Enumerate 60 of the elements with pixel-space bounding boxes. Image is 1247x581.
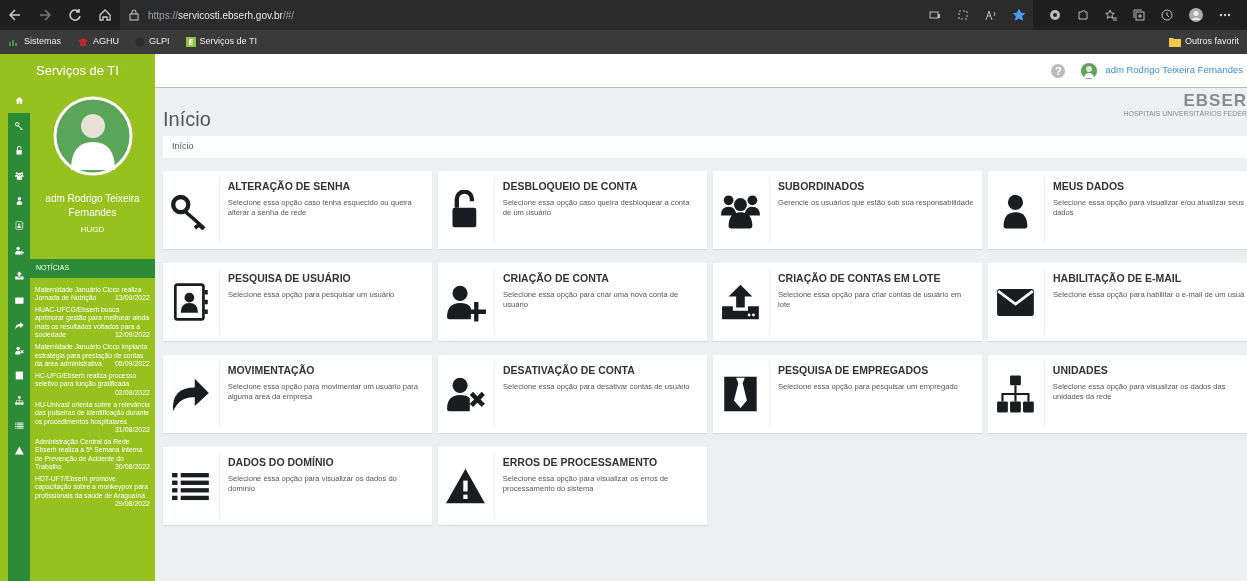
- sitemap-icon: [996, 373, 1036, 414]
- user-icon[interactable]: [14, 196, 24, 205]
- chart-logo-icon: [8, 37, 20, 47]
- profile-name: adm Rodrigo Teixeira Fernandes: [44, 192, 141, 220]
- card-title: HABILITAÇÃO DE E-MAIL: [1053, 270, 1183, 286]
- card-title: MOVIMENTAÇÃO: [227, 362, 316, 378]
- bookmark-link[interactable]: Serviços de TI: [199, 35, 257, 49]
- bookmark-link[interactable]: GLPI: [149, 35, 170, 49]
- padlock-icon[interactable]: [14, 146, 24, 155]
- breadcrumb-link[interactable]: Início: [172, 141, 194, 151]
- bookmark-link[interactable]: AGHU: [93, 35, 120, 49]
- lock-icon: [128, 9, 140, 21]
- profile-avatar-icon[interactable]: [1189, 8, 1203, 22]
- bookmark-folder[interactable]: Outros favorit: [1184, 35, 1239, 49]
- collections-icon[interactable]: [1133, 9, 1145, 21]
- letter-e-logo-icon: [185, 37, 196, 47]
- warning-icon[interactable]: [14, 446, 24, 455]
- card-title: ALTERAÇÃO DE SENHA: [227, 178, 352, 194]
- card-title: DESBLOQUEIO DE CONTA: [502, 178, 639, 194]
- people-group-icon[interactable]: [14, 171, 24, 180]
- extension-icon[interactable]: [1049, 9, 1061, 21]
- card-title: UNIDADES: [1052, 362, 1109, 378]
- reader-icon[interactable]: [929, 9, 941, 21]
- hat-logo-icon: [77, 37, 89, 47]
- user-avatar-icon: [1081, 62, 1098, 79]
- forward-icon[interactable]: [38, 8, 52, 22]
- card-title: PESQUISA DE USUÁRIO: [228, 270, 352, 286]
- favorites-icon[interactable]: [1105, 9, 1117, 21]
- card-title: CRIAÇÃO DE CONTAS EM LOTE: [778, 270, 942, 286]
- contact-book-icon: [171, 281, 211, 322]
- key-icon[interactable]: [14, 121, 24, 130]
- address-bar[interactable]: https://servicosti.ebserh.gov.br/#/: [148, 7, 294, 23]
- home-icon[interactable]: [98, 8, 112, 22]
- card-title: DADOS DO DOMÍNIO: [228, 454, 335, 470]
- star-icon[interactable]: [1013, 9, 1025, 21]
- sitemap-icon[interactable]: [14, 396, 24, 405]
- card-title: PESQUISA DE EMPREGADOS: [778, 362, 930, 378]
- profile-unit: HUGD: [79, 224, 106, 236]
- history-icon[interactable]: [1161, 9, 1173, 21]
- apps-icon[interactable]: [957, 9, 969, 21]
- refresh-icon[interactable]: [68, 8, 82, 22]
- list-icon[interactable]: [14, 421, 24, 430]
- logo-wordmark: EBSER: [1183, 92, 1247, 109]
- back-icon[interactable]: [8, 8, 22, 22]
- contact-book-icon[interactable]: [14, 221, 24, 230]
- card-title: CRIAÇÃO DE CONTA: [502, 270, 610, 286]
- card-title: ERROS DE PROCESSAMENTO: [502, 454, 659, 470]
- user-menu-link[interactable]: adm Rodrigo Teixeira Fernandes: [1105, 63, 1243, 78]
- add-user-icon[interactable]: [14, 246, 24, 255]
- upload-icon[interactable]: [14, 271, 24, 280]
- share-arrow-icon[interactable]: [14, 321, 24, 330]
- remove-user-icon[interactable]: [14, 346, 24, 355]
- page-title: Início: [163, 107, 211, 132]
- folder-icon: [1168, 37, 1181, 47]
- app-title: Serviços de TI: [35, 62, 120, 81]
- card-title: DESATIVAÇÃO DE CONTA: [503, 362, 636, 378]
- card-title: MEUS DADOS: [1052, 178, 1126, 194]
- card-title: SUBORDINADOS: [778, 178, 866, 194]
- bookmark-link[interactable]: Sistemas: [24, 35, 61, 49]
- read-aloud-icon[interactable]: [985, 9, 997, 21]
